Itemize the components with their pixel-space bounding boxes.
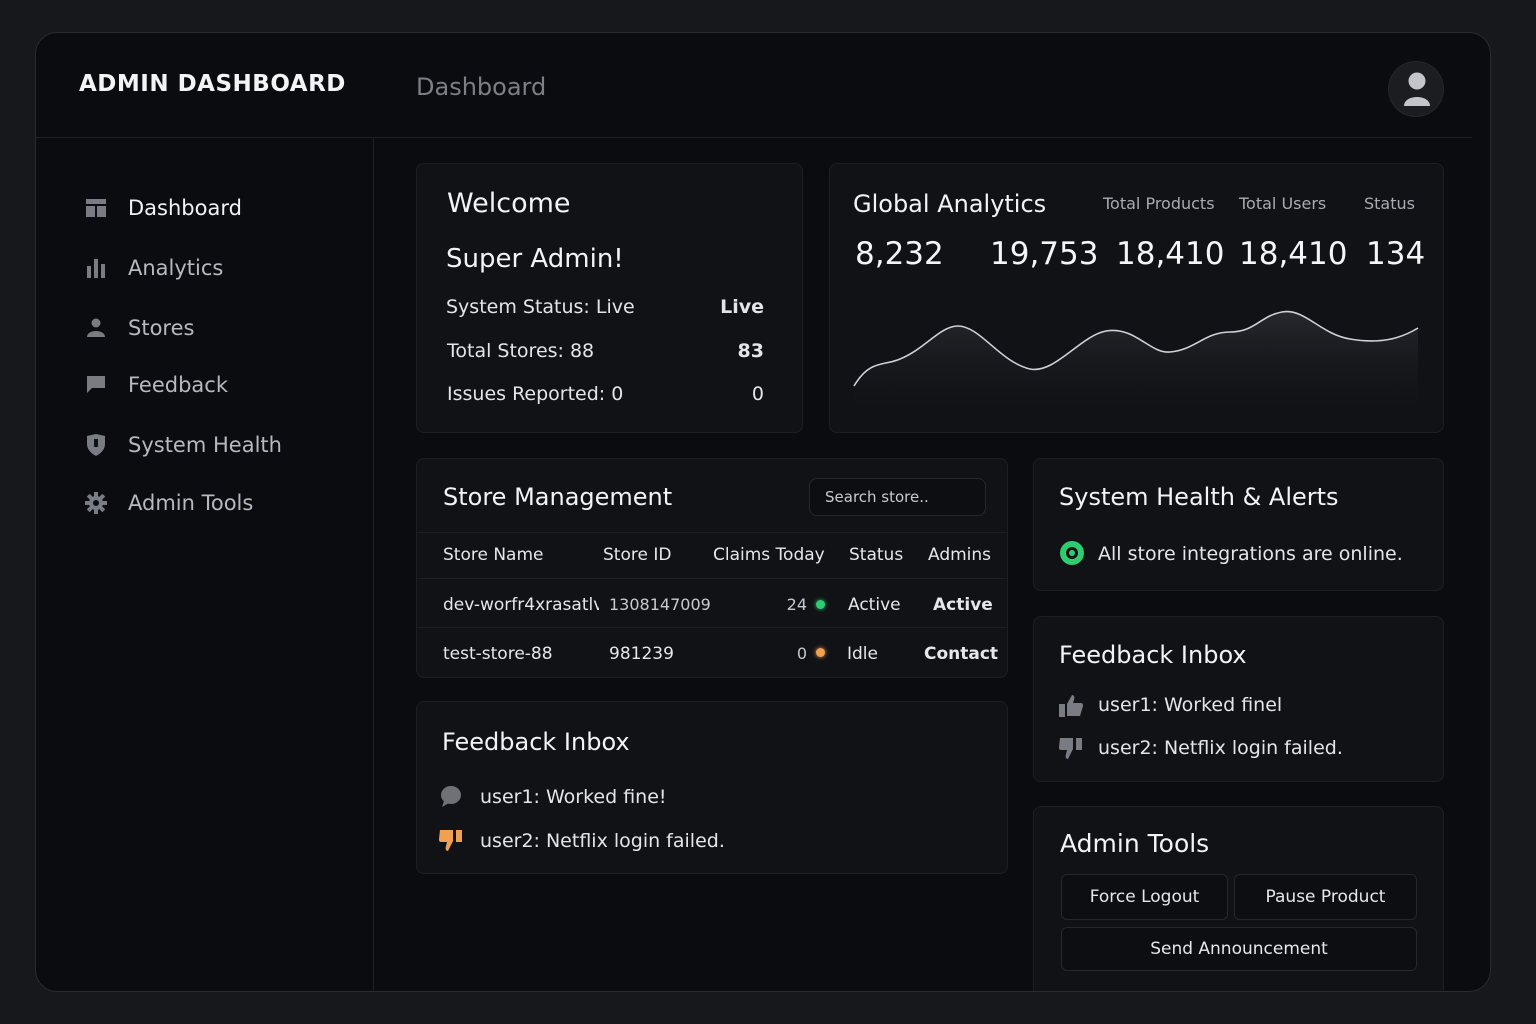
admins-value: Contact [924, 644, 999, 664]
online-status-icon [1060, 541, 1084, 565]
top-bar: ADMIN DASHBOARD Dashboard [36, 33, 1472, 138]
store-management-title: Store Management [443, 483, 673, 511]
column-header: Store Name [443, 545, 544, 565]
sidebar-item-label: Analytics [128, 256, 224, 280]
sidebar: Dashboard Analytics Stores Feedback Syst… [36, 138, 374, 991]
thumbs-down-icon [1058, 735, 1084, 765]
stat-value: 8,232 [855, 236, 944, 272]
sidebar-item-dashboard[interactable]: Dashboard [84, 190, 354, 226]
status-value: Live [720, 296, 764, 318]
status-dot [816, 600, 825, 609]
speech-bubble-icon [439, 785, 463, 813]
brand-title: ADMIN DASHBOARD [79, 71, 346, 97]
sidebar-item-label: System Health [128, 433, 282, 457]
store-name: dev-worfr4xrasatlv [443, 595, 599, 615]
feedback-inbox-side-card: Feedback Inbox user1: Worked finel user2… [1033, 616, 1444, 782]
analytics-title: Global Analytics [853, 190, 1047, 218]
health-message: All store integrations are online. [1098, 543, 1403, 565]
stores-value: 83 [737, 340, 764, 362]
sidebar-item-label: Dashboard [128, 196, 242, 220]
feedback-inbox-title: Feedback Inbox [442, 728, 630, 756]
sidebar-item-stores[interactable]: Stores [84, 310, 354, 346]
shield-icon [84, 433, 108, 457]
sidebar-item-label: Stores [128, 316, 195, 340]
column-header: Claims Today [713, 545, 825, 565]
store-name: test-store-88 [443, 644, 553, 664]
user-icon [1404, 72, 1430, 106]
stat-value: 18,410 [1116, 236, 1225, 272]
avatar[interactable] [1388, 61, 1444, 117]
divider [417, 578, 1007, 579]
divider [417, 532, 1007, 533]
page-title: Dashboard [416, 73, 547, 101]
sidebar-item-feedback[interactable]: Feedback [84, 367, 354, 403]
gear-icon [84, 491, 108, 515]
search-input[interactable] [809, 478, 986, 516]
thumbs-down-icon [438, 827, 464, 857]
dashboard-icon [84, 196, 108, 220]
claims-today: 24 [786, 595, 807, 614]
store-id: 981239 [609, 644, 674, 664]
app-window: ADMIN DASHBOARD Dashboard Dashboard Anal… [35, 32, 1491, 992]
admins-value: Active [933, 595, 993, 615]
feedback-item: user2: Netflix login failed. [480, 830, 725, 852]
system-health-card: System Health & Alerts All store integra… [1033, 458, 1444, 591]
force-logout-button[interactable]: Force Logout [1061, 874, 1228, 920]
status-label: System Status: Live [446, 296, 635, 318]
claims-today: 0 [796, 644, 807, 663]
issues-label: Issues Reported: 0 [447, 383, 624, 405]
column-header: Admins [928, 545, 992, 565]
system-health-title: System Health & Alerts [1059, 483, 1339, 511]
bar-chart-icon [84, 256, 108, 280]
welcome-card: Welcome Super Admin! System Status: Live… [416, 163, 803, 433]
feedback-inbox-card: Feedback Inbox user1: Worked fine! user2… [416, 701, 1008, 874]
feedback-item: user2: Netflix login failed. [1098, 737, 1343, 759]
analytics-card: Global Analytics Total Products Total Us… [829, 163, 1444, 433]
status-text: Idle [847, 644, 878, 664]
sidebar-item-analytics[interactable]: Analytics [84, 250, 354, 286]
stat-value: 19,753 [990, 236, 1099, 272]
status-text: Active [848, 595, 901, 615]
stores-label: Total Stores: 88 [447, 340, 595, 362]
total-products-label: Total Products [1103, 194, 1215, 213]
divider [417, 627, 1007, 628]
admin-tools-card: Admin Tools Force Logout Pause Product S… [1033, 806, 1444, 991]
store-management-card: Store Management Store Name Store ID Cla… [416, 458, 1008, 678]
stat-value: 134 [1366, 236, 1426, 272]
issues-value: 0 [751, 383, 764, 405]
welcome-subtitle: Super Admin! [446, 244, 624, 274]
sidebar-item-label: Feedback [128, 373, 229, 397]
chat-icon [84, 373, 108, 397]
sidebar-item-system-health[interactable]: System Health [84, 427, 354, 463]
column-header: Store ID [603, 545, 672, 565]
store-id: 1308147009 [609, 595, 711, 614]
sidebar-item-admin-tools[interactable]: Admin Tools [84, 485, 354, 521]
pause-product-button[interactable]: Pause Product [1234, 874, 1417, 920]
send-announcement-button[interactable]: Send Announcement [1061, 927, 1417, 971]
total-users-label: Total Users [1239, 194, 1327, 213]
trend-line-chart [853, 310, 1419, 424]
feedback-inbox-title: Feedback Inbox [1059, 641, 1247, 669]
feedback-item: user1: Worked fine! [480, 786, 667, 808]
column-header: Status [849, 545, 904, 565]
status-dot [816, 648, 825, 657]
person-icon [84, 316, 108, 340]
feedback-item: user1: Worked finel [1098, 694, 1283, 716]
stat-value: 18,410 [1239, 236, 1348, 272]
admin-tools-title: Admin Tools [1060, 829, 1210, 858]
status-label: Status [1364, 194, 1415, 213]
sidebar-item-label: Admin Tools [128, 491, 254, 515]
thumbs-up-icon [1058, 694, 1084, 722]
welcome-title: Welcome [447, 188, 571, 219]
